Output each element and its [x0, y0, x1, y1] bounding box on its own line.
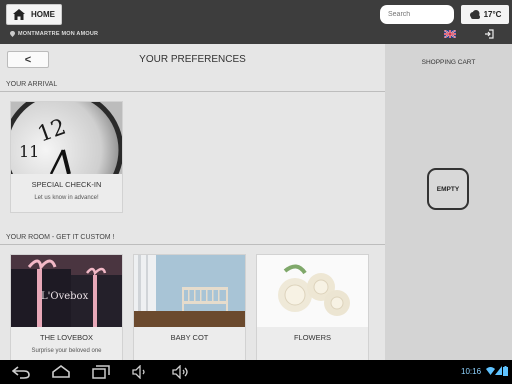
section-title-room: YOUR ROOM - GET IT CUSTOM ! — [6, 234, 115, 241]
lovebox-image: L'Ovebox — [11, 255, 122, 327]
uk-flag-icon[interactable] — [444, 30, 456, 38]
top-bar: HOME 17°C MONTMARTRE MON AMOUR — [0, 0, 512, 44]
system-nav-bar: 10:16 — [0, 360, 512, 384]
hotel-name: MONTMARTRE MON AMOUR — [18, 31, 99, 37]
back-nav-icon[interactable] — [12, 365, 30, 379]
divider — [0, 244, 385, 245]
flowers-image — [257, 255, 368, 327]
card-subtitle: Surprise your beloved one — [31, 348, 102, 354]
home-button[interactable]: HOME — [6, 4, 62, 25]
card-title: FLOWERS — [293, 333, 332, 342]
svg-text:11: 11 — [19, 142, 39, 161]
divider — [0, 91, 385, 92]
clock-image: 12 11 — [11, 102, 122, 174]
preferences-panel: < YOUR PREFERENCES YOUR ARRIVAL 12 11 SP… — [0, 44, 385, 360]
search-input[interactable] — [380, 5, 454, 24]
card-flowers[interactable]: FLOWERS — [256, 254, 369, 360]
recents-icon[interactable] — [92, 365, 110, 379]
cart-title: SHOPPING CART — [421, 59, 476, 66]
signal-icon — [495, 366, 502, 375]
baby-cot-image — [134, 255, 245, 327]
cart-empty-indicator[interactable]: EMPTY — [427, 168, 469, 210]
battery-icon — [503, 366, 508, 376]
card-title: BABY COT — [170, 333, 209, 342]
logout-icon[interactable] — [484, 29, 494, 39]
temperature-label: 17°C — [483, 10, 502, 19]
card-baby-cot[interactable]: BABY COT — [133, 254, 246, 360]
card-subtitle: Let us know in advance! — [34, 195, 99, 201]
section-title-arrival: YOUR ARRIVAL — [6, 81, 58, 88]
card-title: SPECIAL CHECK-IN — [31, 180, 102, 189]
volume-down-icon[interactable] — [132, 365, 148, 379]
volume-up-icon[interactable] — [172, 365, 190, 379]
home-button-label: HOME — [31, 10, 55, 19]
clock: 10:16 — [461, 367, 482, 376]
home-icon — [13, 9, 25, 20]
cloud-icon — [469, 10, 480, 19]
wifi-icon — [486, 367, 495, 375]
card-special-check-in[interactable]: 12 11 SPECIAL CHECK-IN Let us know in ad… — [10, 101, 123, 213]
location-pin-icon — [10, 31, 15, 37]
shopping-cart-panel: SHOPPING CART EMPTY — [385, 44, 512, 360]
card-lovebox[interactable]: L'Ovebox THE LOVEBOX Surprise your belov… — [10, 254, 123, 360]
home-nav-icon[interactable] — [52, 365, 70, 379]
card-title: THE LOVEBOX — [40, 333, 93, 342]
page-title: YOUR PREFERENCES — [139, 54, 246, 65]
breadcrumb[interactable]: MONTMARTRE MON AMOUR — [10, 31, 98, 37]
lovebox-brand-text: L'Ovebox — [41, 291, 89, 302]
weather-button[interactable]: 17°C — [461, 5, 509, 24]
